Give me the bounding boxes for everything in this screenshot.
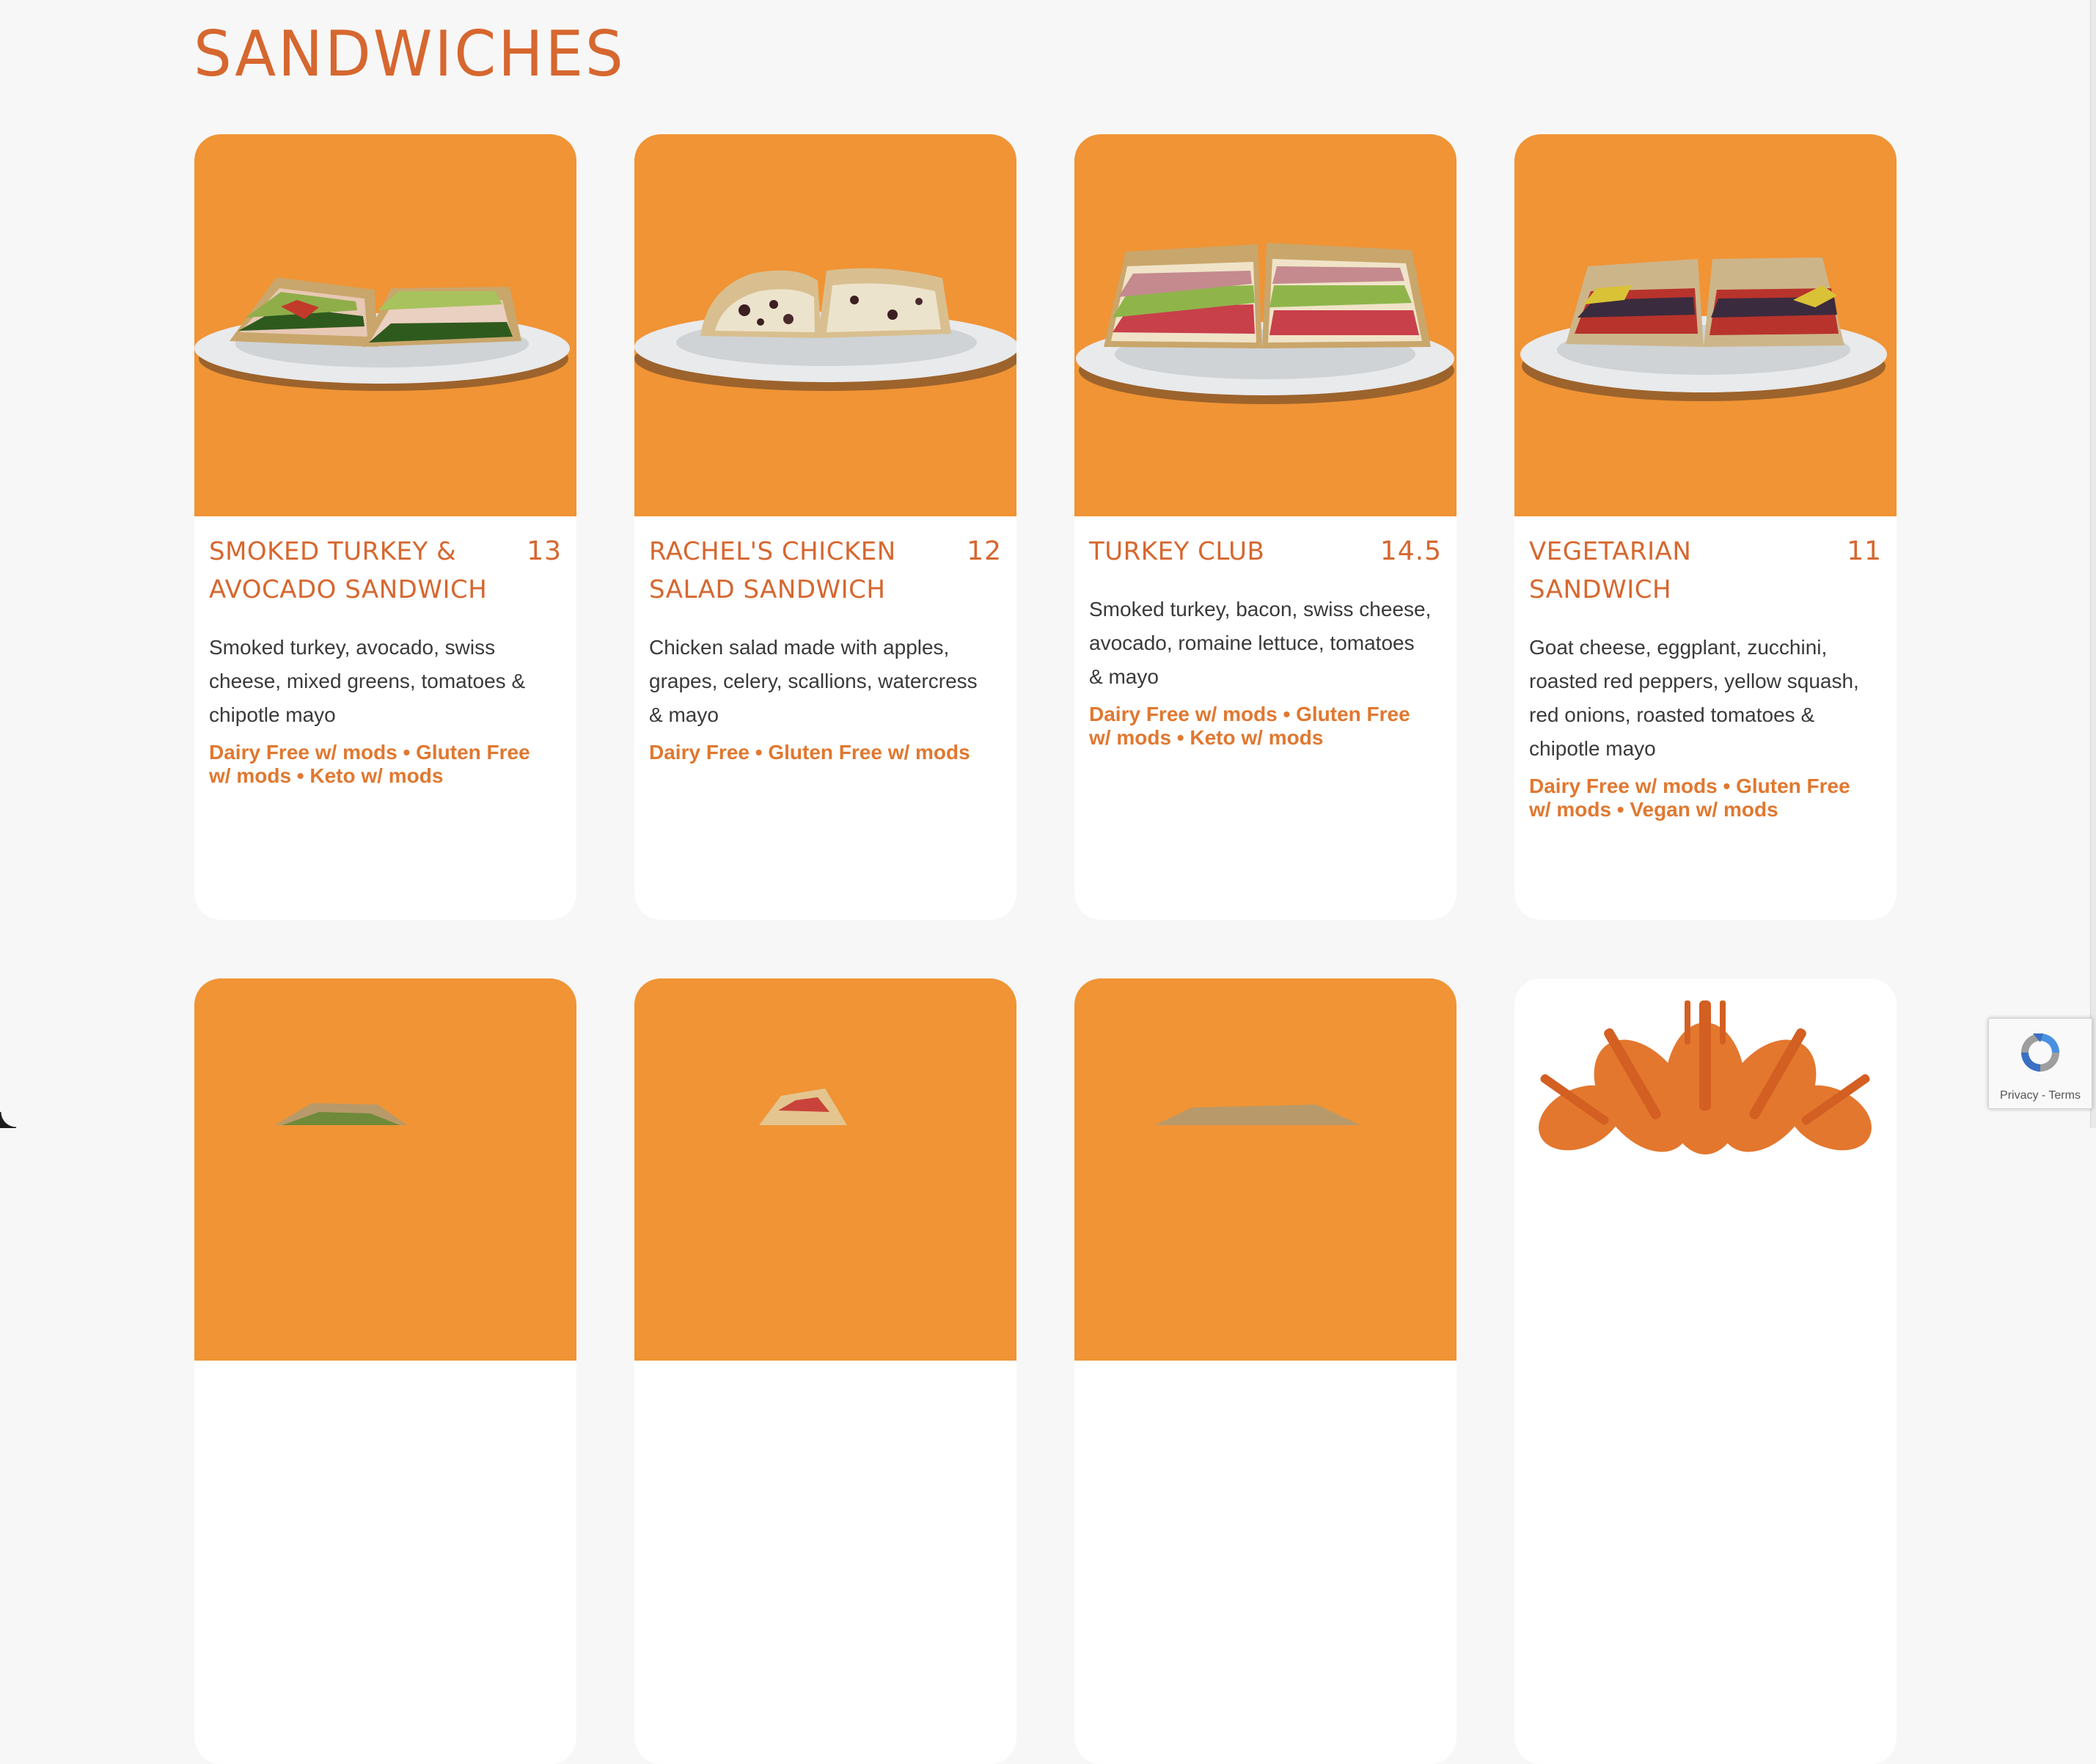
item-name: SMOKED TURKEY & AVOCADO SANDWICH: [209, 537, 488, 604]
item-description: Goat cheese, eggplant, zucchini, roasted…: [1529, 636, 1859, 760]
item-price: 12: [967, 536, 1002, 566]
sandwich-image: [1074, 134, 1456, 516]
item-price: 13: [527, 536, 562, 566]
sandwich-image: [1514, 134, 1897, 516]
menu-item-card[interactable]: SMOKED TURKEY & AVOCADO SANDWICH 13 Smok…: [194, 134, 576, 920]
menu-item-card[interactable]: VEGETARIAN SANDWICH 11 Goat cheese, eggp…: [1514, 134, 1897, 920]
sandwich-image: [194, 134, 576, 516]
menu-item-card[interactable]: [1074, 978, 1456, 1764]
item-dietary-tags: Dairy Free w/ mods • Gluten Free w/ mods…: [1089, 703, 1410, 749]
item-price: 14.5: [1379, 536, 1442, 566]
sandwich-photo: [759, 1088, 847, 1125]
menu-item-card[interactable]: RACHEL'S CHICKEN SALAD SANDWICH 12 Chick…: [634, 134, 1016, 920]
vegetarian-sandwich-photo: [1520, 257, 1887, 401]
fork-flower-logo-icon: [1539, 1000, 1872, 1154]
sandwich-photo: [275, 1103, 407, 1125]
privacy-link[interactable]: Privacy: [2000, 1089, 2038, 1102]
menu-item-card[interactable]: [194, 978, 576, 1764]
menu-item-card[interactable]: [634, 978, 1016, 1764]
sandwich-image: [1074, 978, 1456, 1361]
item-dietary-tags: Dairy Free w/ mods • Gluten Free w/ mods…: [1529, 775, 1850, 821]
sandwich-image: [194, 978, 576, 1361]
chicken-salad-sandwich-photo: [634, 268, 1016, 391]
recaptcha-logo-icon: [2021, 1033, 2059, 1072]
smoked-turkey-sandwich-photo: [194, 277, 570, 391]
item-name: RACHEL'S CHICKEN SALAD SANDWICH: [649, 537, 896, 604]
recaptcha-links: Privacy - Terms: [1989, 1089, 2092, 1102]
menu-item-card[interactable]: TURKEY CLUB 14.5 Smoked turkey, bacon, s…: [1074, 134, 1456, 920]
terms-link[interactable]: Terms: [2048, 1089, 2081, 1102]
item-dietary-tags: Dairy Free • Gluten Free w/ mods: [649, 741, 970, 764]
brand-logo-card: [1514, 978, 1897, 1764]
item-description: Chicken salad made with apples, grapes, …: [649, 636, 978, 726]
window-edge: [2090, 0, 2096, 1128]
item-dietary-tags: Dairy Free w/ mods • Gluten Free w/ mods…: [209, 741, 530, 787]
sandwich-image: [634, 134, 1016, 516]
item-price: 11: [1847, 536, 1882, 566]
turkey-club-sandwich-photo: [1076, 243, 1454, 404]
item-description: Smoked turkey, bacon, swiss cheese, avoc…: [1089, 598, 1432, 688]
window-corner: [0, 1112, 16, 1128]
sandwich-image: [634, 978, 1016, 1361]
link-separator: -: [2038, 1089, 2049, 1102]
sandwich-photo: [1155, 1105, 1360, 1125]
item-name: VEGETARIAN SANDWICH: [1529, 537, 1692, 604]
item-name: TURKEY CLUB: [1089, 537, 1265, 566]
section-title: SANDWICHES: [194, 18, 626, 91]
menu-grid: SMOKED TURKEY & AVOCADO SANDWICH 13 Smok…: [194, 134, 1897, 1764]
item-description: Smoked turkey, avocado, swiss cheese, mi…: [209, 636, 526, 726]
recaptcha-badge[interactable]: Privacy - Terms: [1988, 1018, 2092, 1109]
